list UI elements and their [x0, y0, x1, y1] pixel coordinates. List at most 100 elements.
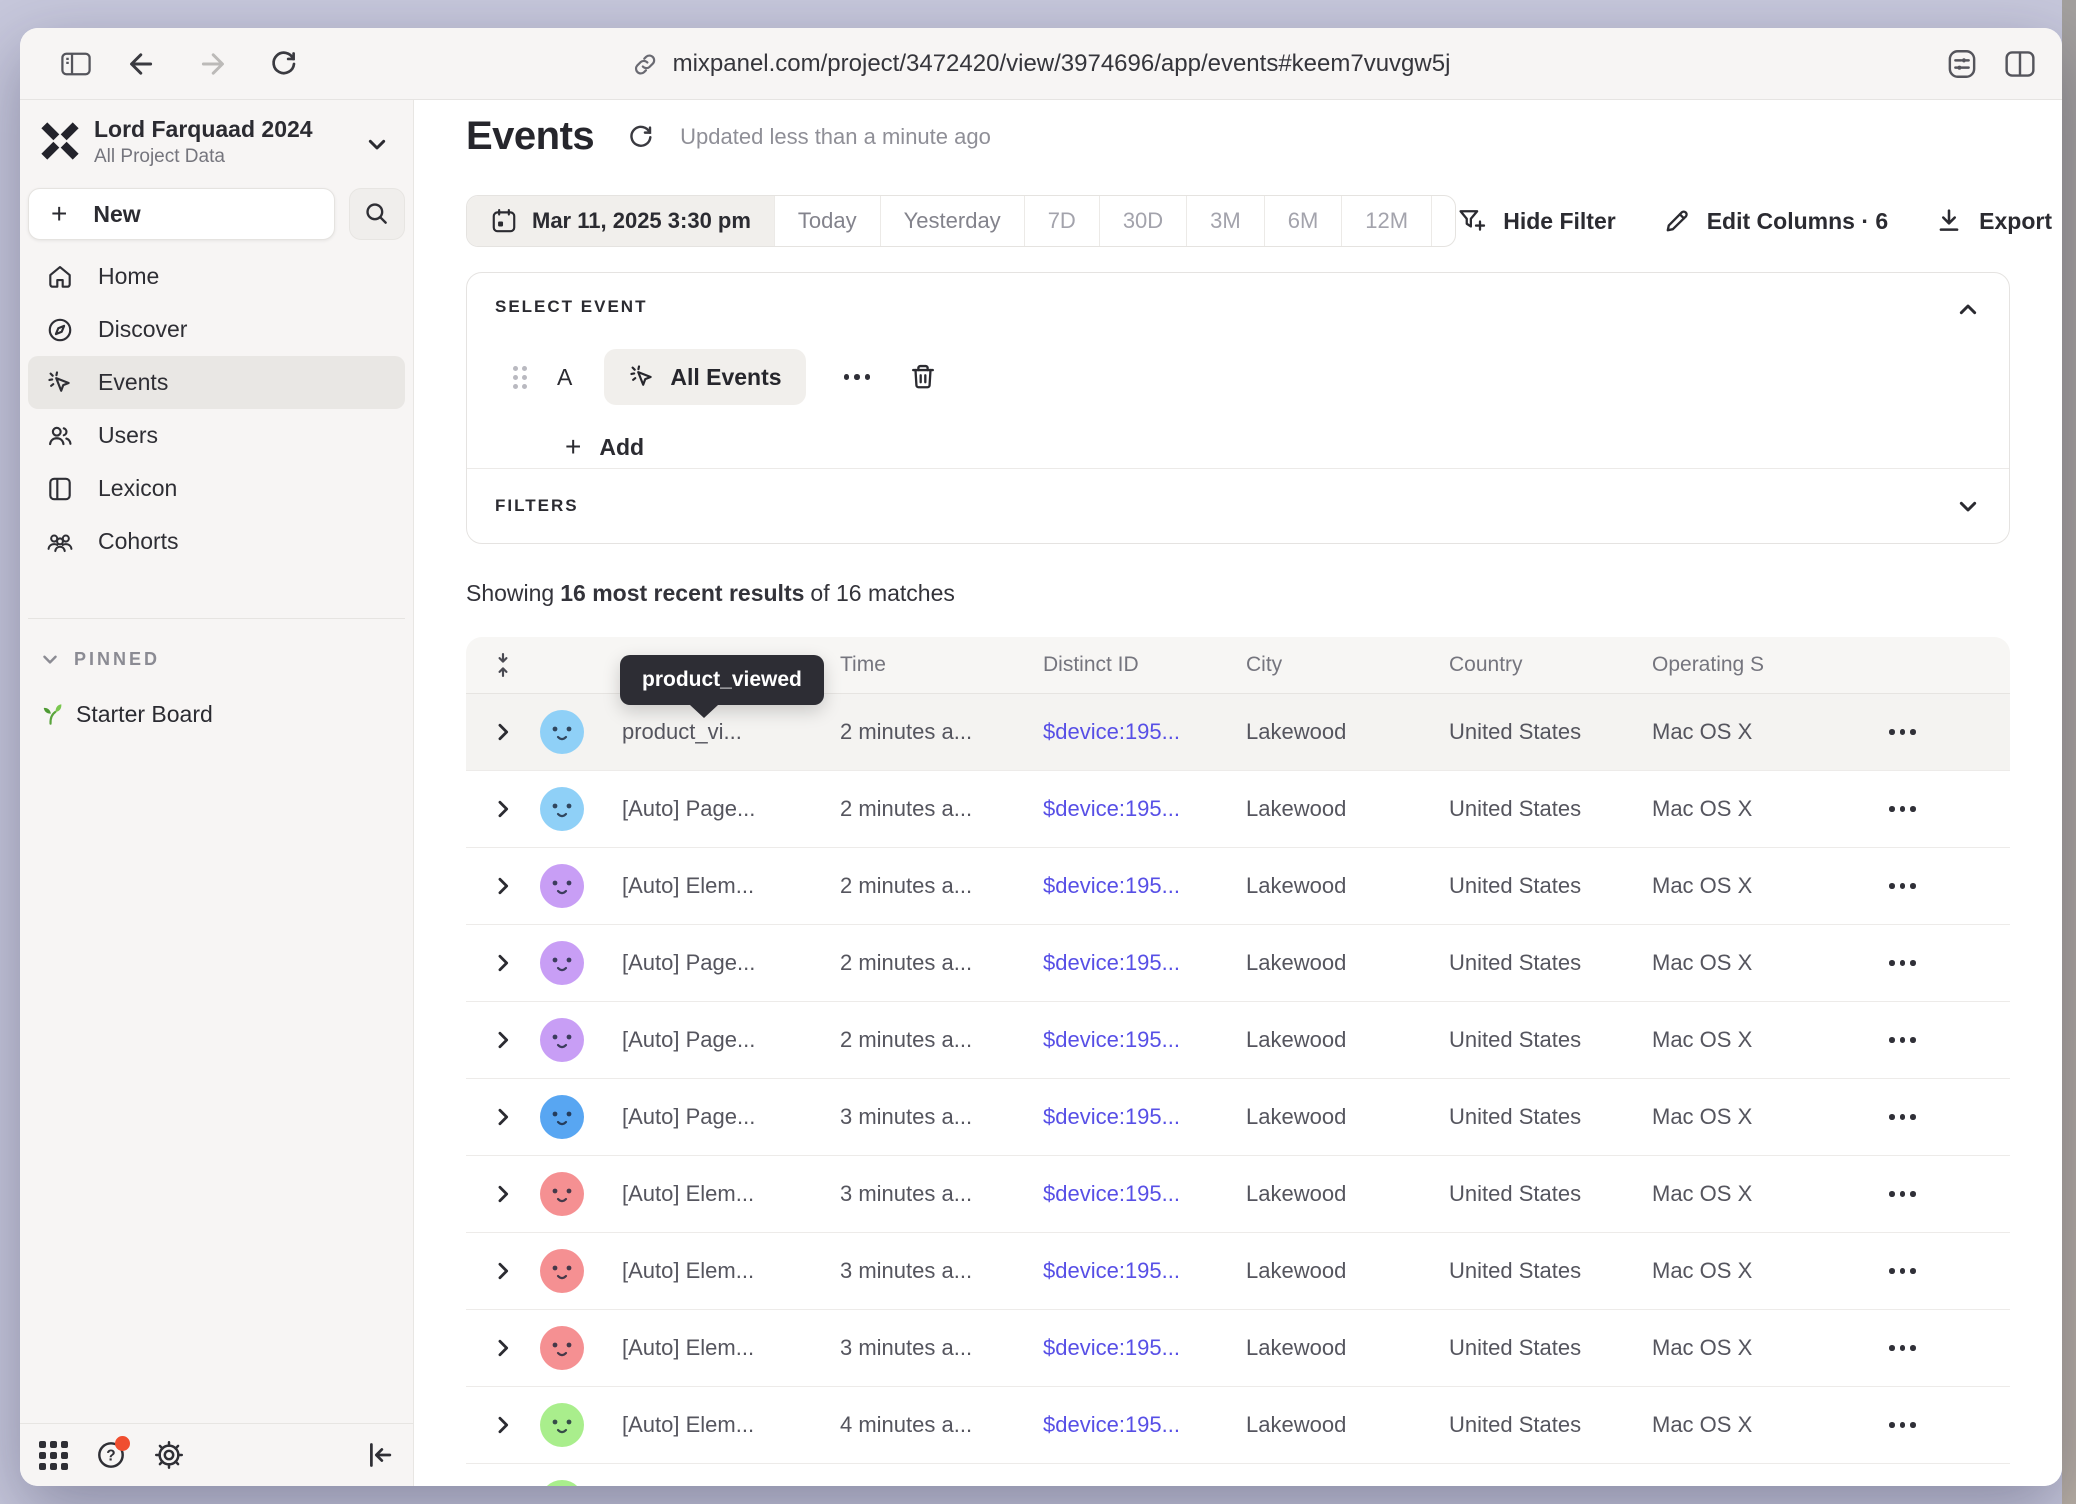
event-name: [Auto] Elem... [622, 1335, 840, 1361]
new-button[interactable]: + New [28, 188, 335, 240]
delete-event-button[interactable] [908, 362, 938, 392]
distinct-id-link[interactable]: $device:195... [1043, 796, 1246, 822]
back-icon[interactable] [124, 46, 160, 82]
search-button[interactable] [349, 188, 405, 240]
distinct-id-link[interactable]: $device:195... [1043, 873, 1246, 899]
expand-section-icon[interactable] [1953, 491, 1983, 521]
sidebar-item-users[interactable]: Users [28, 409, 405, 462]
refresh-icon[interactable] [626, 122, 656, 152]
event-options-button[interactable] [834, 364, 881, 390]
column-header-distinct-id[interactable]: Distinct ID [1043, 653, 1246, 677]
sidebar-item-discover[interactable]: Discover [28, 303, 405, 356]
event-country: United States [1449, 796, 1652, 822]
distinct-id-link[interactable]: $device:195... [1043, 1258, 1246, 1284]
tooltip: product_viewed [620, 655, 824, 705]
browser-settings-icon[interactable] [1944, 46, 1980, 82]
range-7d-button[interactable]: 7D [1025, 196, 1100, 246]
collapse-sidebar-icon[interactable] [363, 1438, 397, 1472]
expand-row-icon[interactable] [492, 798, 514, 820]
sidebar-item-events[interactable]: Events [28, 356, 405, 409]
event-table-row: [Auto] Elem... 4 minutes a... $device:19… [466, 1387, 2010, 1464]
range-12m-button[interactable]: 12M [1342, 196, 1432, 246]
expand-row-icon[interactable] [492, 1029, 514, 1051]
expand-row-icon[interactable] [492, 952, 514, 974]
row-actions-icon[interactable] [1879, 1258, 1926, 1284]
event-city: Lakewood [1246, 950, 1449, 976]
forward-icon[interactable] [194, 46, 230, 82]
expand-row-icon[interactable] [492, 1337, 514, 1359]
expand-row-icon[interactable] [492, 721, 514, 743]
row-actions-icon[interactable] [1879, 873, 1926, 899]
expand-row-icon[interactable] [492, 1183, 514, 1205]
row-actions-icon[interactable] [1879, 796, 1926, 822]
event-country: United States [1449, 950, 1652, 976]
row-actions-icon[interactable] [1879, 719, 1926, 745]
event-selector-button[interactable]: All Events [604, 349, 805, 405]
hide-filter-button[interactable]: Hide Filter [1456, 206, 1615, 236]
range-yesterday-button[interactable]: Yesterday [881, 196, 1025, 246]
event-avatar [540, 864, 584, 908]
settings-gear-icon[interactable] [152, 1438, 186, 1472]
cursor-sparkle-icon [46, 369, 74, 397]
sidebar-item-home[interactable]: Home [28, 250, 405, 303]
row-actions-icon[interactable] [1879, 1335, 1926, 1361]
column-header-city[interactable]: City [1246, 653, 1449, 677]
row-actions-icon[interactable] [1879, 950, 1926, 976]
expand-row-icon[interactable] [492, 1414, 514, 1436]
expand-row-icon[interactable] [492, 1260, 514, 1282]
range-6m-button[interactable]: 6M [1265, 196, 1343, 246]
collapse-all-rows-icon[interactable] [489, 651, 517, 679]
event-os: Mac OS X [1652, 796, 1855, 822]
add-event-button[interactable]: + Add [565, 433, 644, 461]
event-os: Mac OS X [1652, 1027, 1855, 1053]
range-3m-button[interactable]: 3M [1187, 196, 1265, 246]
row-actions-icon[interactable] [1879, 1181, 1926, 1207]
event-table-row: [Auto] Page... 2 minutes a... $device:19… [466, 925, 2010, 1002]
range-xtd-button[interactable]: XTD [1432, 196, 1456, 246]
compass-icon [46, 316, 74, 344]
distinct-id-link[interactable]: $device:195... [1043, 1412, 1246, 1438]
split-view-icon[interactable] [2002, 46, 2038, 82]
pinned-section-toggle[interactable]: PINNED [40, 642, 160, 676]
apps-grid-icon[interactable] [36, 1438, 70, 1472]
reload-icon[interactable] [266, 46, 302, 82]
distinct-id-link[interactable]: $device:195... [1043, 1181, 1246, 1207]
sidebar-item-starter-board[interactable]: Starter Board [36, 692, 213, 736]
sidebar-item-label: Events [98, 369, 168, 396]
distinct-id-link[interactable]: $device:195... [1043, 1335, 1246, 1361]
distinct-id-link[interactable]: $device:195... [1043, 950, 1246, 976]
help-icon[interactable]: ? [94, 1438, 128, 1472]
sidebar-item-lexicon[interactable]: Lexicon [28, 462, 405, 515]
sidebar-item-cohorts[interactable]: Cohorts [28, 515, 405, 568]
event-time: 3 minutes a... [840, 1258, 1043, 1284]
plus-icon: + [565, 433, 581, 461]
expand-row-icon[interactable] [492, 875, 514, 897]
event-name: [Auto] Page... [622, 1027, 840, 1053]
range-30d-button[interactable]: 30D [1100, 196, 1187, 246]
calendar-icon [490, 207, 518, 235]
row-actions-icon[interactable] [1879, 1104, 1926, 1130]
column-header-country[interactable]: Country [1449, 653, 1652, 677]
address-bar[interactable]: mixpanel.com/project/3472420/view/397469… [632, 28, 1451, 100]
collapse-section-icon[interactable] [1953, 295, 1983, 325]
row-actions-icon[interactable] [1879, 1412, 1926, 1438]
column-header-os[interactable]: Operating S [1652, 653, 1855, 677]
drag-handle-icon[interactable] [513, 366, 527, 389]
event-table-row: [Auto] Elem... 3 minutes a... $device:19… [466, 1310, 2010, 1387]
distinct-id-link[interactable]: $device:195... [1043, 719, 1246, 745]
edit-columns-button[interactable]: Edit Columns · 6 [1662, 206, 1888, 236]
event-time: 3 minutes a... [840, 1335, 1043, 1361]
column-header-time[interactable]: Time [840, 653, 1043, 677]
expand-row-icon[interactable] [492, 1106, 514, 1128]
current-date-range-button[interactable]: Mar 11, 2025 3:30 pm [467, 196, 775, 246]
events-table: Time Distinct ID City Country Operating … [466, 637, 2010, 1486]
browser-sidebar-toggle-icon[interactable] [58, 46, 94, 82]
distinct-id-link[interactable]: $device:195... [1043, 1104, 1246, 1130]
event-avatar [540, 1172, 584, 1216]
project-switcher[interactable]: Lord Farquaad 2024 All Project Data [20, 112, 413, 178]
distinct-id-link[interactable]: $device:195... [1043, 1027, 1246, 1053]
range-today-button[interactable]: Today [775, 196, 881, 246]
row-actions-icon[interactable] [1879, 1027, 1926, 1053]
event-country: United States [1449, 873, 1652, 899]
export-button[interactable]: Export [1934, 206, 2052, 236]
